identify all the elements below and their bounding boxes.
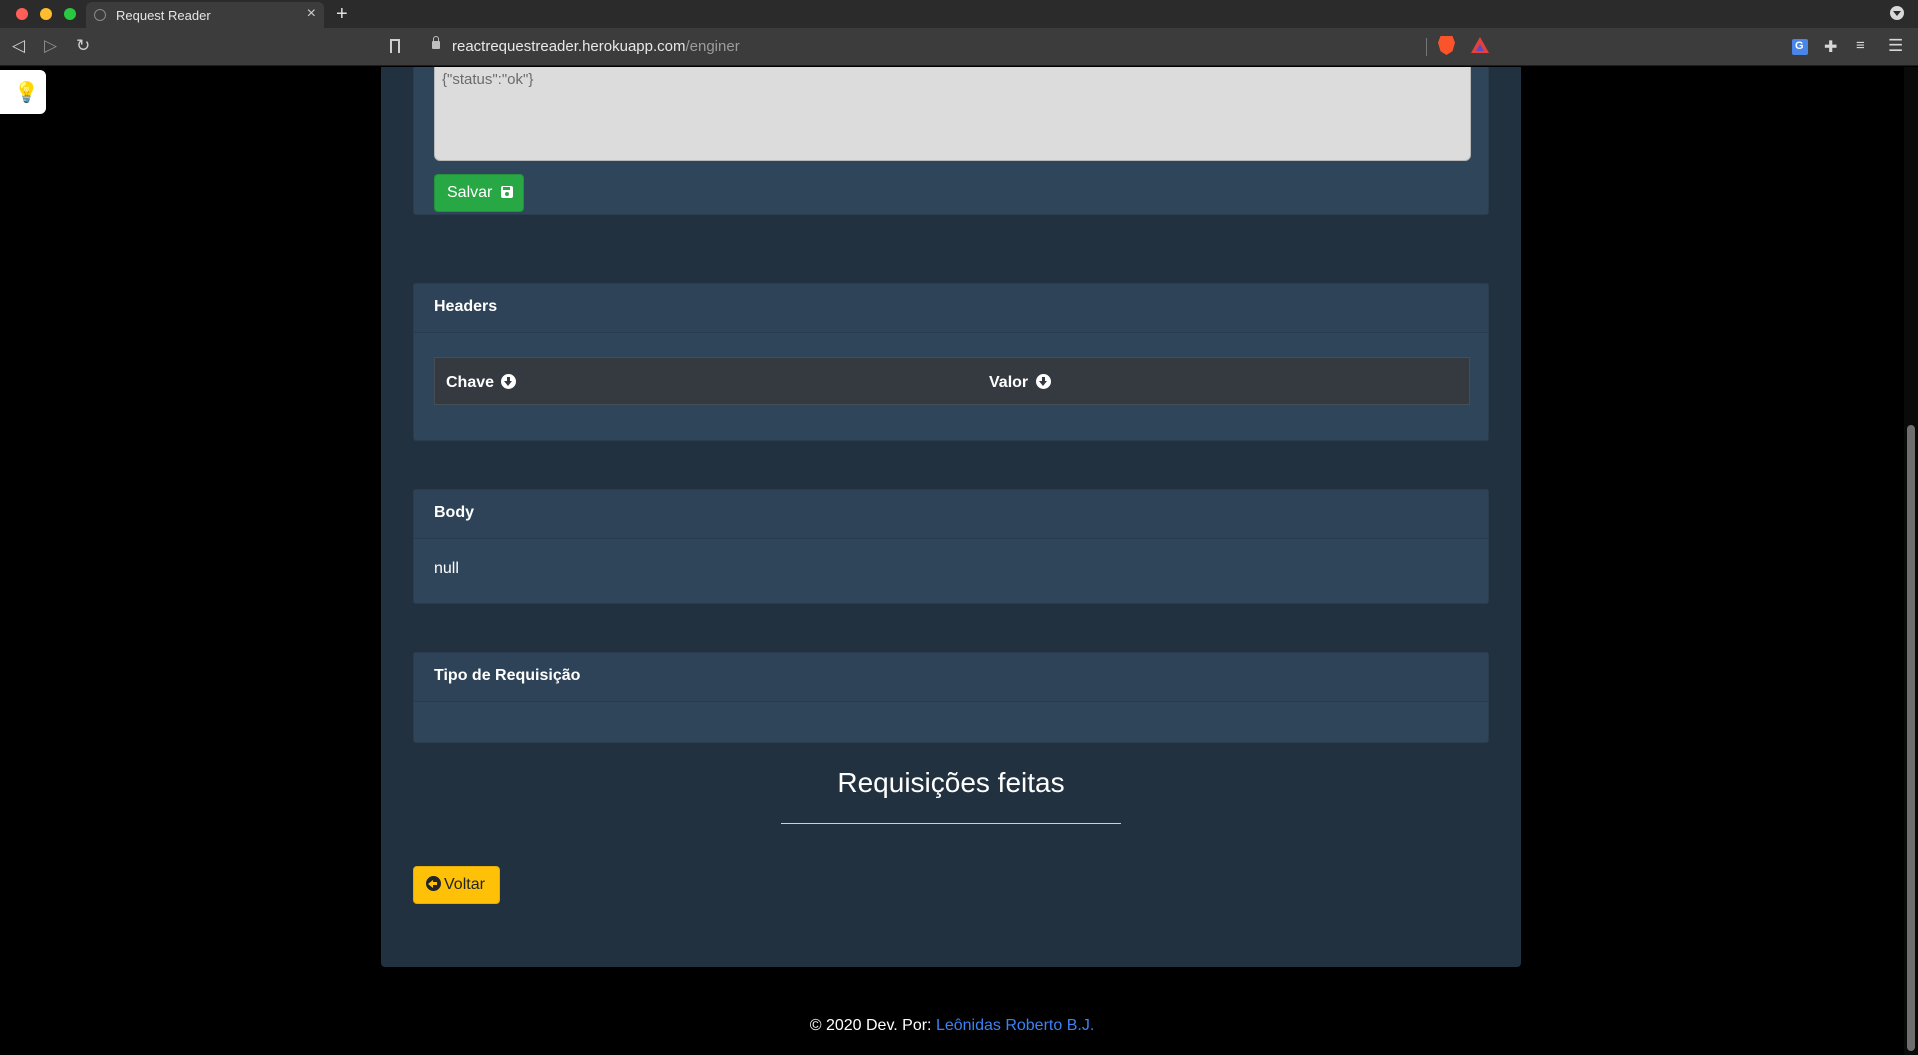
arrow-circle-down-icon [501, 374, 517, 389]
brave-rewards-icon[interactable] [1471, 37, 1489, 53]
body-card-title: Body [414, 490, 1488, 539]
lock-icon[interactable] [432, 36, 440, 49]
lightbulb-icon: 💡 [14, 82, 39, 104]
divider [1426, 38, 1427, 56]
floppy-disk-icon [500, 186, 513, 198]
bookmark-icon[interactable] [390, 39, 400, 53]
footer: © 2020 Dev. Por: Leônidas Roberto B.J. [0, 1017, 1904, 1035]
back-button[interactable]: Voltar [413, 866, 500, 904]
footer-copyright: © 2020 Dev. Por: [809, 1017, 936, 1034]
response-textarea[interactable]: {"status":"ok"} [434, 67, 1471, 161]
forward-arrow-icon[interactable]: ▷ [44, 36, 57, 56]
back-button-label: Voltar [444, 876, 485, 893]
window-close-button[interactable] [16, 8, 28, 20]
column-key-label: Chave [446, 374, 495, 391]
column-header-key[interactable]: Chave [446, 372, 517, 392]
save-button-label: Salvar [447, 184, 493, 201]
tab-close-icon[interactable]: × [307, 5, 316, 23]
extensions-puzzle-icon[interactable]: ✚ [1824, 37, 1837, 57]
tab-list-icon[interactable] [1890, 6, 1904, 20]
url-host: reactrequestreader.herokuapp.com [452, 38, 686, 55]
tab-title: Request Reader [116, 8, 211, 23]
author-link[interactable]: Leônidas Roberto B.J. [936, 1017, 1094, 1034]
body-card: Body null [413, 489, 1489, 604]
lightbulb-button[interactable]: 💡 [0, 70, 46, 114]
page-viewport: 💡 {"status":"ok"} Salvar Headers Chave V… [0, 67, 1918, 1055]
brave-shields-icon[interactable] [1438, 36, 1455, 55]
requests-made-title: Requisições feitas [837, 767, 1065, 798]
globe-icon [94, 9, 106, 21]
playlist-icon[interactable]: ≡ [1856, 37, 1865, 54]
request-type-card-title: Tipo de Requisição [414, 653, 1488, 702]
request-type-card: Tipo de Requisição [413, 652, 1489, 743]
headers-card: Headers Chave Valor [413, 283, 1489, 441]
scrollbar-thumb[interactable] [1907, 425, 1915, 1051]
response-card: {"status":"ok"} Salvar [413, 67, 1489, 215]
section-divider [781, 823, 1121, 824]
arrow-circle-down-icon [1035, 374, 1051, 389]
headers-card-title: Headers [414, 284, 1488, 333]
arrow-circle-left-icon [426, 876, 441, 891]
url-path: /enginer [685, 38, 740, 55]
back-arrow-icon[interactable]: ◁ [12, 36, 25, 56]
column-value-label: Valor [989, 374, 1029, 391]
reload-icon[interactable]: ↻ [76, 36, 90, 56]
browser-tab-bar: Request Reader × + [0, 0, 1918, 28]
body-content: null [434, 560, 459, 577]
window-maximize-button[interactable] [64, 8, 76, 20]
url-field[interactable]: reactrequestreader.herokuapp.com/enginer [452, 38, 740, 55]
headers-table-head: Chave Valor [434, 357, 1470, 405]
translate-extension-icon[interactable] [1792, 39, 1808, 55]
main-container: {"status":"ok"} Salvar Headers Chave Val… [381, 67, 1521, 967]
save-button[interactable]: Salvar [434, 174, 524, 212]
browser-menu-icon[interactable]: ☰ [1888, 36, 1903, 56]
page-scrollbar[interactable] [1904, 67, 1918, 1055]
window-minimize-button[interactable] [40, 8, 52, 20]
browser-address-bar: ◁ ▷ ↻ reactrequestreader.herokuapp.com/e… [0, 28, 1918, 66]
new-tab-button[interactable]: + [336, 2, 348, 26]
column-header-value[interactable]: Valor [989, 372, 1051, 392]
browser-tab[interactable]: Request Reader × [86, 2, 324, 28]
